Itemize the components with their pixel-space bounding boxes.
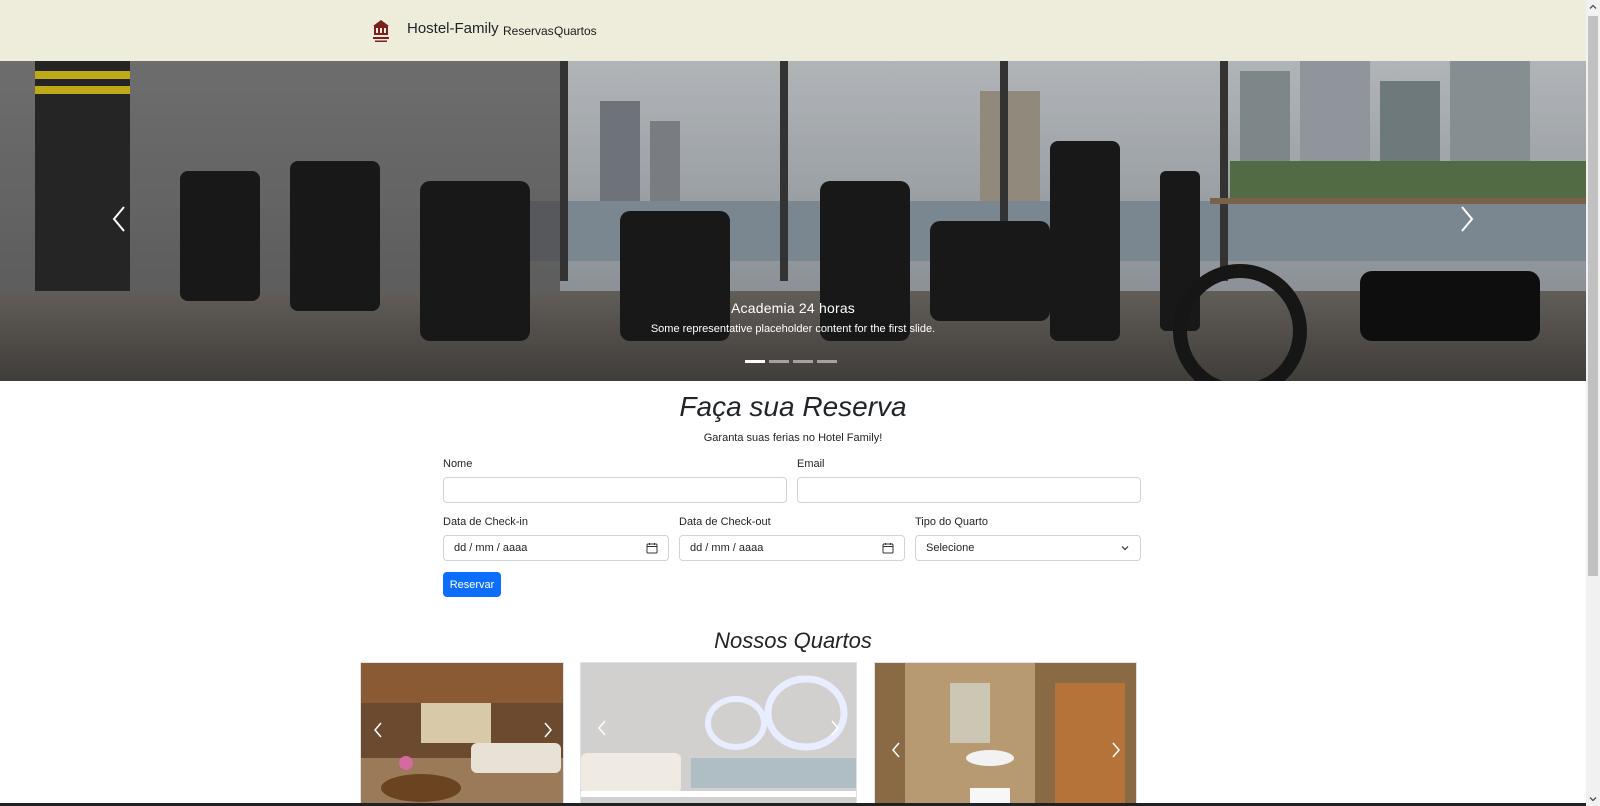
email-field[interactable] [797,477,1141,503]
hotel-logo-icon[interactable] [370,16,392,44]
room-photo-bedroom [361,663,563,805]
reservar-button[interactable]: Reservar [443,572,501,597]
hero-indicator-2[interactable] [769,360,789,363]
room-1-next-arrow-icon[interactable] [539,719,557,741]
name-field[interactable] [443,477,787,503]
name-label: Nome [443,458,473,470]
room-photo-bathroom [581,663,856,805]
room-type-label: Tipo do Quarto [915,516,988,528]
scroll-thumb[interactable] [1588,16,1598,576]
room-type-select[interactable]: Selecione [915,535,1141,561]
room-3-prev-arrow-icon[interactable] [887,739,905,761]
hero-next-arrow-icon[interactable] [1452,199,1482,239]
room-card-2 [580,662,857,806]
room-2-prev-arrow-icon[interactable] [593,717,611,739]
scroll-down-arrow-icon[interactable] [1588,794,1598,804]
hero-caption-text: Some representative placeholder content … [650,323,936,335]
room-2-next-arrow-icon[interactable] [826,717,844,739]
hero-prev-arrow-icon[interactable] [104,199,134,239]
room-card-1 [360,662,564,806]
page-scrollbar[interactable] [1586,0,1600,806]
hero-caption-title: Academia 24 horas [730,300,856,316]
checkin-date-field[interactable]: dd / mm / aaaa [443,535,669,561]
checkout-date-field[interactable]: dd / mm / aaaa [679,535,905,561]
rooms-title: Nossos Quartos [714,628,872,653]
calendar-icon[interactable] [882,542,894,554]
booking-title: Faça sua Reserva [679,391,907,422]
checkout-date-placeholder: dd / mm / aaaa [690,542,764,554]
hero-indicator-1[interactable] [745,360,765,363]
booking-subtitle: Garanta suas ferias no Hotel Family! [703,432,883,444]
checkin-label: Data de Check-in [443,516,528,528]
navbar: Hostel-Family Reservas Quartos [0,0,1586,61]
hero-indicators [745,360,837,364]
hero-carousel: Academia 24 horas Some representative pl… [0,61,1586,381]
email-label: Email [797,458,825,470]
nav-link-reservas[interactable]: Reservas [503,24,554,38]
scroll-up-arrow-icon[interactable] [1588,2,1598,12]
nav-link-quartos[interactable]: Quartos [554,24,597,38]
hero-indicator-3[interactable] [793,360,813,363]
room-1-prev-arrow-icon[interactable] [369,719,387,741]
room-type-value: Selecione [926,542,975,554]
checkout-label: Data de Check-out [679,516,771,528]
checkin-date-placeholder: dd / mm / aaaa [454,542,528,554]
brand-name[interactable]: Hostel-Family [407,20,499,37]
chevron-down-icon [1121,546,1129,551]
hero-indicator-4[interactable] [817,360,837,363]
room-photo-washroom [875,663,1136,805]
room-3-next-arrow-icon[interactable] [1107,739,1125,761]
calendar-icon[interactable] [646,542,658,554]
room-card-3 [874,662,1137,806]
